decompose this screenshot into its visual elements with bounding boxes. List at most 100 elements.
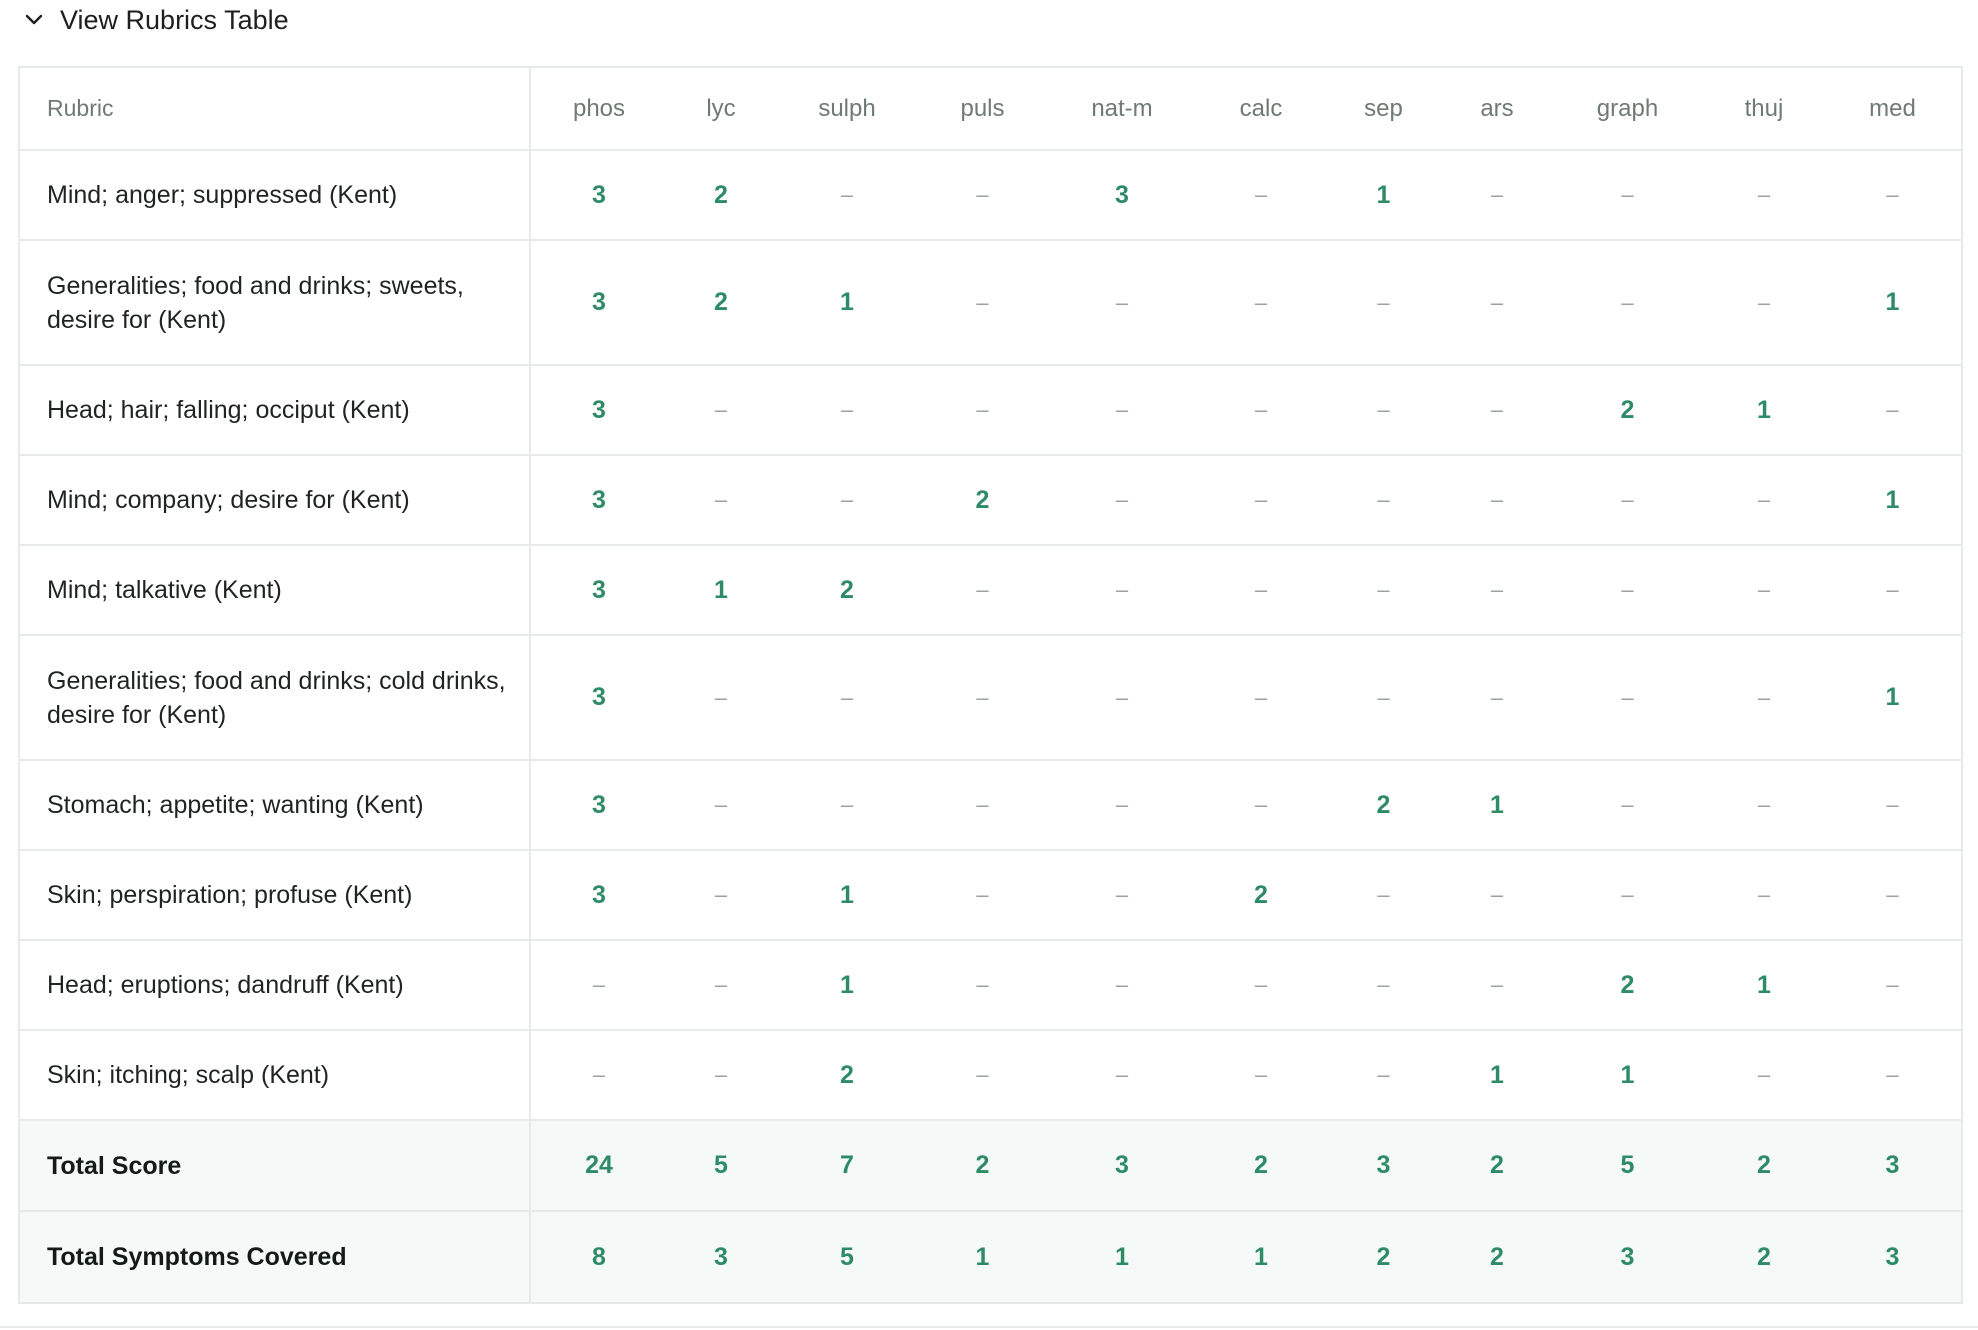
score-cell: 3 bbox=[530, 150, 667, 241]
total-cell: 2 bbox=[1324, 1211, 1443, 1302]
score-cell: 2 bbox=[1198, 850, 1324, 941]
table-row: Skin; perspiration; profuse (Kent) 3–1– –2… bbox=[20, 850, 1961, 941]
score-cell: – bbox=[1824, 545, 1961, 636]
table-row: Head; eruptions; dandruff (Kent) – –1– – – – –… bbox=[20, 940, 1961, 1031]
score-cell: – bbox=[919, 365, 1046, 456]
score-cell: – bbox=[1704, 850, 1824, 941]
score-cell: – bbox=[775, 150, 919, 241]
score-cell: – bbox=[667, 455, 775, 546]
score-cell: 2 bbox=[775, 1030, 919, 1121]
score-cell: – bbox=[1046, 545, 1198, 636]
score-cell: – bbox=[1443, 150, 1551, 241]
score-cell: 2 bbox=[1551, 365, 1704, 456]
score-cell: – bbox=[1198, 1030, 1324, 1121]
total-cell: 5 bbox=[667, 1120, 775, 1212]
column-header-remedy: ars bbox=[1443, 68, 1551, 151]
column-header-remedy: phos bbox=[530, 68, 667, 151]
score-cell: – bbox=[1198, 455, 1324, 546]
score-cell: 3 bbox=[530, 455, 667, 546]
score-cell: – bbox=[1443, 240, 1551, 366]
score-cell: – bbox=[1198, 635, 1324, 761]
score-cell: – bbox=[1704, 635, 1824, 761]
score-cell: 1 bbox=[1704, 365, 1824, 456]
column-header-remedy: calc bbox=[1198, 68, 1324, 151]
score-cell: – bbox=[1824, 760, 1961, 851]
score-cell: – bbox=[667, 760, 775, 851]
score-cell: – bbox=[1443, 365, 1551, 456]
rubric-cell: Skin; itching; scalp (Kent) bbox=[20, 1030, 531, 1121]
score-cell: – bbox=[667, 850, 775, 941]
total-cell: 1 bbox=[1198, 1211, 1324, 1302]
column-header-remedy: graph bbox=[1551, 68, 1704, 151]
score-cell: – bbox=[1443, 635, 1551, 761]
score-cell: – bbox=[1824, 850, 1961, 941]
rubric-cell: Skin; perspiration; profuse (Kent) bbox=[20, 850, 531, 941]
score-cell: 1 bbox=[775, 850, 919, 941]
score-cell: – bbox=[1324, 850, 1443, 941]
score-cell: 3 bbox=[530, 365, 667, 456]
rubric-cell: Mind; talkative (Kent) bbox=[20, 545, 531, 636]
total-cell: 24 bbox=[530, 1120, 667, 1212]
score-cell: 1 bbox=[1443, 1030, 1551, 1121]
score-cell: – bbox=[1704, 760, 1824, 851]
score-cell: – bbox=[1443, 545, 1551, 636]
chevron-down-icon[interactable] bbox=[22, 8, 46, 32]
rubric-cell: Generalities; food and drinks; sweets, d… bbox=[20, 240, 531, 366]
score-cell: 1 bbox=[1824, 240, 1961, 366]
score-cell: – bbox=[1824, 365, 1961, 456]
score-cell: – bbox=[1046, 940, 1198, 1031]
rubric-cell: Stomach; appetite; wanting (Kent) bbox=[20, 760, 531, 851]
total-cell: 2 bbox=[1198, 1120, 1324, 1212]
score-cell: – bbox=[1046, 850, 1198, 941]
table-row: Mind; talkative (Kent) 3 1 2– – – – – – – – bbox=[20, 545, 1961, 636]
score-cell: 3 bbox=[530, 240, 667, 366]
divider bbox=[0, 1326, 1978, 1328]
score-cell: – bbox=[919, 545, 1046, 636]
column-header-remedy: thuj bbox=[1704, 68, 1824, 151]
total-cell: 1 bbox=[919, 1211, 1046, 1302]
score-cell: – bbox=[1046, 760, 1198, 851]
rubrics-table-title[interactable]: View Rubrics Table bbox=[60, 5, 289, 36]
score-cell: – bbox=[1824, 940, 1961, 1031]
table-row: Generalities; food and drinks; sweets, d… bbox=[20, 240, 1961, 366]
total-cell: 2 bbox=[1443, 1120, 1551, 1212]
score-cell: 1 bbox=[1443, 760, 1551, 851]
score-cell: – bbox=[667, 1030, 775, 1121]
total-label: Total Score bbox=[20, 1120, 531, 1212]
table-header: Rubric phos lyc sulph puls nat-m calc sep ars gra… bbox=[20, 68, 1961, 151]
score-cell: 1 bbox=[775, 240, 919, 366]
total-cell: 1 bbox=[1046, 1211, 1198, 1302]
total-cell: 2 bbox=[919, 1120, 1046, 1212]
rubrics-table-toggle[interactable]: View Rubrics Table bbox=[22, 0, 289, 40]
score-cell: 3 bbox=[530, 760, 667, 851]
column-header-remedy: puls bbox=[919, 68, 1046, 151]
score-cell: – bbox=[1046, 635, 1198, 761]
score-cell: – bbox=[667, 940, 775, 1031]
score-cell: – bbox=[667, 635, 775, 761]
score-cell: – bbox=[775, 760, 919, 851]
score-cell: – bbox=[1046, 455, 1198, 546]
total-cell: 5 bbox=[1551, 1120, 1704, 1212]
score-cell: 3 bbox=[530, 545, 667, 636]
total-row: Total Score 24 5 7 2 3 2 3 2 5 2 3 bbox=[20, 1120, 1961, 1212]
score-cell: – bbox=[919, 1030, 1046, 1121]
total-cell: 2 bbox=[1443, 1211, 1551, 1302]
total-cell: 3 bbox=[1824, 1120, 1961, 1212]
score-cell: 1 bbox=[1824, 455, 1961, 546]
rubrics-table: Rubric phos lyc sulph puls nat-m calc sep ars gra… bbox=[18, 66, 1963, 1304]
score-cell: – bbox=[530, 940, 667, 1031]
score-cell: – bbox=[530, 1030, 667, 1121]
score-cell: 1 bbox=[667, 545, 775, 636]
total-cell: 3 bbox=[1824, 1211, 1961, 1302]
score-cell: – bbox=[1443, 455, 1551, 546]
score-cell: – bbox=[1324, 545, 1443, 636]
score-cell: – bbox=[1198, 240, 1324, 366]
score-cell: – bbox=[1704, 150, 1824, 241]
score-cell: – bbox=[919, 635, 1046, 761]
score-cell: 2 bbox=[1551, 940, 1704, 1031]
table-row: Stomach; appetite; wanting (Kent) 3– – – – –2… bbox=[20, 760, 1961, 851]
score-cell: 1 bbox=[1704, 940, 1824, 1031]
score-cell: 3 bbox=[530, 850, 667, 941]
table-row: Mind; anger; suppressed (Kent) 3 2– –3–1– – –… bbox=[20, 150, 1961, 241]
score-cell: – bbox=[1704, 455, 1824, 546]
